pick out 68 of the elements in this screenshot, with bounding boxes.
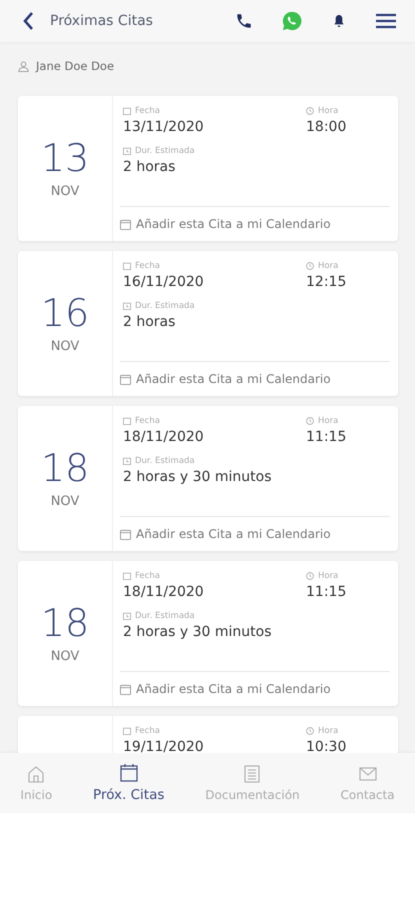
time-value: 11:15 bbox=[306, 428, 348, 447]
clock-icon bbox=[306, 262, 314, 270]
calendar-icon bbox=[123, 262, 131, 270]
screen-title: Próximas Citas bbox=[50, 13, 153, 29]
field-label: Hora bbox=[318, 106, 338, 116]
home-icon bbox=[26, 764, 46, 784]
person-icon bbox=[18, 60, 29, 72]
field-label: Dur. Estimada bbox=[135, 146, 195, 156]
clock-icon bbox=[306, 572, 314, 580]
date-value: 16/11/2020 bbox=[123, 273, 204, 292]
back-icon[interactable] bbox=[22, 11, 34, 31]
duration-value: 2 horas bbox=[123, 158, 176, 177]
day-number: 18 bbox=[40, 603, 90, 645]
calendar-icon bbox=[123, 106, 131, 114]
calendar-icon bbox=[118, 763, 139, 783]
time-value: 10:30 bbox=[306, 738, 348, 753]
phone-icon[interactable] bbox=[235, 12, 253, 30]
calendar-icon bbox=[123, 572, 131, 580]
calendar-icon bbox=[123, 416, 131, 424]
add-to-calendar-link[interactable]: Añadir esta Cita a mi Calendario bbox=[120, 516, 390, 541]
field-label: Fecha bbox=[135, 106, 160, 116]
field-label: Fecha bbox=[135, 726, 160, 736]
calendar-icon bbox=[120, 528, 131, 540]
user-name: Jane Doe Doe bbox=[36, 59, 114, 73]
add-to-calendar-link[interactable]: Añadir esta Cita a mi Calendario bbox=[120, 671, 390, 696]
field-label: Hora bbox=[318, 570, 338, 580]
time-value: 11:15 bbox=[306, 583, 348, 602]
field-label: Dur. Estimada bbox=[135, 610, 195, 620]
date-value: 19/11/2020 bbox=[123, 738, 204, 753]
duration-value: 2 horas y 30 minutos bbox=[123, 623, 272, 642]
calendar-icon bbox=[120, 374, 131, 384]
field-label: Hora bbox=[318, 726, 338, 736]
duration-value: 2 horas y 30 minutos bbox=[123, 468, 272, 487]
menu-icon[interactable] bbox=[375, 13, 397, 29]
field-label: Fecha bbox=[135, 570, 160, 580]
day-number: 16 bbox=[40, 293, 90, 335]
clock-icon bbox=[306, 726, 314, 734]
field-label: Hora bbox=[318, 416, 338, 426]
timer-icon bbox=[123, 612, 131, 620]
month-label: NOV bbox=[50, 338, 80, 354]
add-to-calendar-link[interactable]: Añadir esta Cita a mi Calendario bbox=[120, 206, 390, 231]
timer-icon bbox=[123, 146, 131, 154]
month-label: NOV bbox=[50, 648, 80, 664]
timer-icon bbox=[123, 456, 131, 464]
date-value: 18/11/2020 bbox=[123, 583, 204, 602]
time-value: 18:00 bbox=[306, 118, 348, 137]
list-icon bbox=[242, 764, 262, 784]
clock-icon bbox=[306, 106, 314, 114]
calendar-icon bbox=[120, 218, 131, 230]
month-label: NOV bbox=[50, 184, 80, 199]
field-label: Dur. Estimada bbox=[135, 300, 195, 310]
nav-tab[interactable]: Próx. Citas bbox=[72, 753, 185, 813]
clock-icon bbox=[306, 416, 314, 424]
day-number: 13 bbox=[40, 138, 90, 180]
date-value: 13/11/2020 bbox=[123, 118, 204, 137]
timer-icon bbox=[123, 302, 131, 310]
date-value: 18/11/2020 bbox=[123, 428, 204, 447]
field-label: Fecha bbox=[135, 416, 160, 426]
calendar-icon bbox=[123, 726, 131, 734]
month-label: NOV bbox=[50, 494, 80, 509]
field-label: Dur. Estimada bbox=[135, 456, 195, 466]
field-label: Hora bbox=[318, 260, 338, 270]
calendar-icon bbox=[120, 684, 131, 694]
time-value: 12:15 bbox=[306, 273, 348, 292]
add-to-calendar-link[interactable]: Añadir esta Cita a mi Calendario bbox=[120, 361, 390, 386]
duration-value: 2 horas bbox=[123, 313, 176, 332]
field-label: Fecha bbox=[135, 260, 160, 270]
day-number: 18 bbox=[40, 448, 90, 490]
